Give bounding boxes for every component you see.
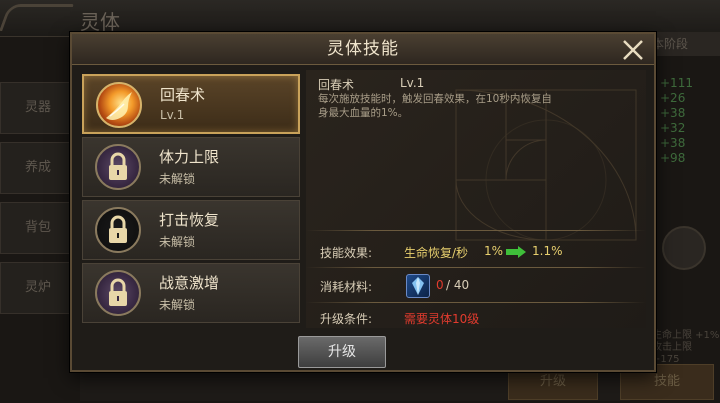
- effect-current-value: 1%: [484, 244, 504, 258]
- background-stats: +111 +26 +38 +32 +38 +98: [660, 76, 710, 166]
- background-lock-icon: [662, 226, 706, 270]
- skill-item-rejuvenation[interactable]: 回春术 Lv.1: [82, 74, 300, 134]
- skill-item-strike-recovery[interactable]: 打击恢复 未解锁: [82, 200, 300, 260]
- lock-icon: [95, 144, 141, 190]
- lock-icon: [95, 207, 141, 253]
- skill-modal: 灵体技能 回春术 Lv.1 体力上限 未解锁 打击恢复 未解锁 战意激增 未解锁…: [70, 32, 656, 372]
- background-bottom-text: 生命上限 +1% 攻击上限 +175: [652, 330, 720, 366]
- skill-status: 未解锁: [159, 235, 196, 249]
- skill-name: 回春术: [160, 86, 206, 104]
- effect-label: 技能效果:: [320, 246, 373, 260]
- background-stat: +38: [660, 136, 686, 150]
- material-label: 消耗材料:: [320, 280, 373, 294]
- background-stat: +38: [660, 106, 686, 120]
- skill-name: 体力上限: [159, 148, 220, 166]
- background-side-item: 养成: [0, 142, 70, 194]
- background-side-item: 背包: [0, 202, 70, 254]
- lock-icon: [95, 270, 141, 316]
- back-logo-icon[interactable]: [0, 4, 74, 31]
- background-title: 灵体: [80, 10, 120, 34]
- modal-header: 灵体技能: [72, 34, 654, 65]
- background-bottom-line: 生命上限 +1%: [652, 330, 720, 341]
- skill-status: 未解锁: [159, 298, 196, 312]
- background-sidebar: 灵器 养成 背包 灵炉: [0, 82, 70, 322]
- condition-value: 需要灵体10级: [404, 312, 480, 326]
- crystal-material-icon[interactable]: [406, 274, 430, 298]
- effect-next-value: 1.1%: [532, 244, 563, 258]
- skill-status: 未解锁: [159, 172, 196, 186]
- material-need: / 40: [446, 278, 470, 292]
- skill-item-stamina-limit[interactable]: 体力上限 未解锁: [82, 137, 300, 197]
- detail-description: 每次施放技能时，触发回春效果，在10秒内恢复自身最大血量的1%。: [318, 93, 552, 119]
- divider: [306, 302, 646, 303]
- modal-title: 灵体技能: [327, 39, 399, 59]
- background-stat: +32: [660, 121, 686, 135]
- condition-row: 升级条件: 需要灵体10级: [312, 306, 642, 328]
- skill-detail-panel: 回春术 Lv.1 每次施放技能时，触发回春效果，在10秒内恢复自身最大血量的1%…: [306, 70, 646, 328]
- background-bottom-line: 攻击上限 +175: [652, 342, 692, 365]
- skill-list: 回春术 Lv.1 体力上限 未解锁 打击恢复 未解锁 战意激增 未解锁: [82, 74, 300, 326]
- skill-name: 打击恢复: [159, 211, 220, 229]
- divider: [306, 267, 646, 268]
- close-icon[interactable]: [620, 37, 646, 63]
- divider: [306, 230, 646, 231]
- skill-name: 战意激增: [159, 274, 220, 292]
- upgrade-button[interactable]: 升级: [298, 336, 386, 368]
- background-stat: +98: [660, 151, 686, 165]
- background-side-item: 灵炉: [0, 262, 70, 314]
- effect-row: 技能效果: 生命恢复/秒 1% 1.1%: [312, 240, 642, 264]
- detail-skill-level: Lv.1: [400, 76, 425, 90]
- background-stat: +26: [660, 91, 686, 105]
- detail-skill-name: 回春术: [318, 78, 355, 92]
- effect-name: 生命恢复/秒: [404, 246, 469, 260]
- skill-level: Lv.1: [160, 108, 185, 122]
- skill-item-fighting-spirit[interactable]: 战意激增 未解锁: [82, 263, 300, 323]
- fire-icon: [96, 82, 142, 128]
- background-stat: +111: [660, 76, 693, 90]
- arrow-right-icon: [506, 246, 526, 258]
- background-side-item: 灵器: [0, 82, 70, 134]
- material-have: 0: [436, 278, 444, 292]
- material-row: 消耗材料: 0 / 40: [312, 274, 642, 298]
- condition-label: 升级条件:: [320, 312, 373, 326]
